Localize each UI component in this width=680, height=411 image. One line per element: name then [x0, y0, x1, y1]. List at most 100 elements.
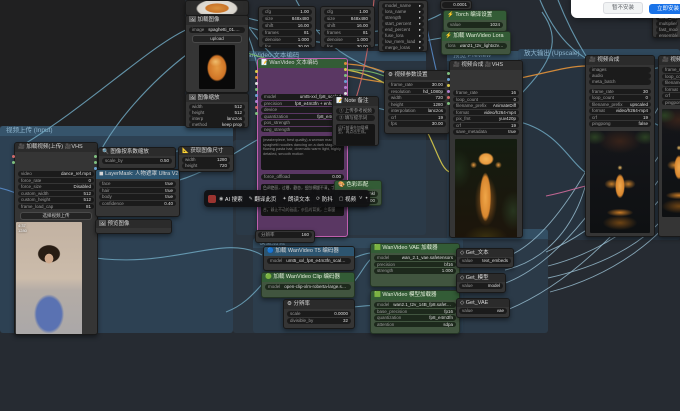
node-video-combine-upscaled[interactable]: 🎥 视频合成 imagesaudiometa_batch frame_rate3…	[585, 55, 655, 237]
widget-row[interactable]: precisionbf16	[374, 262, 456, 268]
widget-row[interactable]: end_percent▸	[382, 27, 424, 33]
node-clip-loader[interactable]: 🟢 加载 WanVideo Clip 编码器 modelopen-clip-xl…	[261, 272, 355, 298]
widget-row[interactable]: start_percent▸	[382, 21, 424, 27]
node-title[interactable]: 🖼 加载图像	[186, 16, 248, 25]
widget-value[interactable]: vae	[497, 308, 504, 314]
widget-row[interactable]: shift16.00	[262, 23, 312, 29]
widget-row[interactable]: valuevae	[459, 308, 507, 314]
node-title[interactable]: ◼ LayerMask: 人物遮罩 Ultra V2	[96, 170, 179, 179]
node-torch-compile[interactable]: ⚡ Torch 编译设置 value1024	[443, 10, 507, 32]
widget-value[interactable]: umt5_xxl_fp8_e4m3fn_scaled.safetensors	[286, 258, 348, 264]
widget-row[interactable]: quantizationfp8_e4m3fn	[374, 315, 456, 321]
widget-row[interactable]: frame_rate30	[589, 89, 651, 95]
widget-row[interactable]: meta_batch	[589, 79, 651, 85]
widget-row[interactable]: width720	[388, 95, 446, 101]
widget-row[interactable]: videodance_ref.mp4	[18, 171, 94, 177]
widget-row[interactable]: size848x480	[324, 16, 371, 22]
popup-primary-button[interactable]: 立即安装	[649, 4, 680, 14]
widget-row[interactable]: fps30.00	[388, 121, 446, 127]
node-title[interactable]: 📝 WanVideo 文本编码	[258, 59, 347, 68]
widget-value[interactable]: 1.00	[300, 9, 309, 15]
widget-row[interactable]: modelwan2.1_t2v_14B_fp8.safetensors	[374, 302, 456, 308]
widget-row[interactable]: formatvideo/h264-mp4	[589, 108, 651, 114]
widget-value[interactable]: 848x480	[292, 16, 309, 22]
widget-row[interactable]: crf19	[662, 93, 680, 99]
widget-value[interactable]: ▸	[419, 33, 421, 39]
node-title[interactable]: 📐 获取图像尺寸	[179, 147, 233, 155]
widget-value[interactable]: 1280	[217, 157, 227, 163]
widget-value[interactable]: ▸	[419, 9, 421, 15]
node-note[interactable]: 📝 Note 备注 ① 上传参考视频② 填写提示词 运行前请先加载模型，再点击生…	[332, 96, 379, 146]
widget-row[interactable]: force_offload0.00	[261, 174, 344, 180]
toolbar-gear-icon[interactable]: •	[366, 196, 368, 202]
widget-row[interactable]: valuetext_embeds	[459, 258, 511, 264]
node-title[interactable]: ◇ Get_VAE	[457, 299, 509, 307]
widget-row[interactable]: strength1.000	[374, 268, 456, 274]
widget-row[interactable]: formatvideo/h264-mp4	[453, 110, 519, 116]
widget-value[interactable]: sdpa	[443, 322, 453, 328]
widget-value[interactable]: 1280	[433, 102, 443, 108]
widget-row[interactable]: width1280	[182, 157, 230, 163]
widget-value[interactable]: true	[165, 194, 173, 200]
node-lora-params[interactable]: model_name▸lora_name▸strength▸start_perc…	[378, 0, 428, 52]
widget-value[interactable]: ▸	[419, 45, 421, 51]
node-person-mask[interactable]: ◼ LayerMask: 人物遮罩 Ultra V2 facetruehairt…	[95, 169, 180, 217]
node-load-video[interactable]: 🎥 加载视频(上传) 🎥VHS videodance_ref.mp4force_…	[14, 142, 98, 335]
widget-value[interactable]: 848x480	[351, 16, 368, 22]
widget-row[interactable]: confidence0.40	[99, 201, 176, 207]
widget-row[interactable]: divisible_by32	[287, 318, 351, 324]
widget-row[interactable]: crf19	[589, 115, 651, 121]
widget-value[interactable]: Disabled	[73, 184, 91, 190]
widget-value[interactable]: 16.00	[298, 23, 309, 29]
toolbar-item-translate[interactable]: ✎ 翻译此页	[249, 195, 277, 203]
widget-value[interactable]: 19	[511, 123, 516, 129]
widget-value[interactable]: 1.00	[359, 9, 368, 15]
widget-value[interactable]: 0.0001	[453, 2, 467, 8]
widget-row[interactable]: loop_count0	[589, 95, 651, 101]
widget-row[interactable]: interplanczos	[189, 116, 245, 122]
widget-row[interactable]: frame_rate16	[453, 90, 519, 96]
node-sampler-settings-b[interactable]: cfg1.00size848x480shift16.00frames81deno…	[320, 6, 375, 48]
widget-row[interactable]: ensemble	[656, 33, 678, 38]
widget-row[interactable]: pix_fmtyuv420p	[453, 116, 519, 122]
widget-value[interactable]: 0.40	[164, 201, 173, 207]
node-text-encode[interactable]: 📝 WanVideo 文本编码 modelumt5-xxl_fp8_scaled…	[257, 58, 348, 237]
widget-value[interactable]: 1.000	[357, 37, 368, 43]
widget-value[interactable]: 16.00	[357, 23, 368, 29]
widget-row[interactable]: images	[589, 67, 651, 73]
widget-value[interactable]: 1024	[490, 22, 500, 28]
widget-row[interactable]: filename_prefixfinal	[662, 80, 680, 86]
toolbar-item-read-aloud[interactable]: ✦ 朗读文本	[282, 195, 310, 203]
widget-value[interactable]: 512	[234, 104, 242, 110]
widget-value[interactable]: true	[165, 188, 173, 194]
widget-value[interactable]: 30.00	[432, 121, 443, 127]
node-title[interactable]: 🟢 加载 WanVideo Clip 编码器	[262, 273, 354, 282]
widget-value[interactable]: video/h264-mp4	[484, 110, 516, 116]
widget-row[interactable]: force_rate0	[18, 178, 94, 184]
widget-value[interactable]: 19	[643, 115, 648, 121]
widget-row[interactable]: custom_height512	[18, 197, 94, 203]
node-title[interactable]: ⚡ Torch 编译设置	[444, 11, 506, 20]
load-video-output-dots[interactable]	[94, 155, 97, 170]
widget-value[interactable]: text_embeds	[482, 258, 508, 264]
comfyui-canvas[interactable]: 视频上传 (Input) WanVideo 文本编码 预览 Preview 放大…	[0, 0, 680, 411]
node-title[interactable]: 🎨 色彩匹配	[335, 181, 381, 189]
node-t5-loader[interactable]: 🔵 加载 WanVideo T5 编码器 modelumt5_xxl_fp8_e…	[263, 246, 355, 271]
node-title[interactable]: ◇ Get_模型	[457, 274, 505, 282]
widget-row[interactable]: modelwan_2.1_vae.safetensors	[374, 255, 456, 261]
widget-value[interactable]: ▸	[419, 15, 421, 21]
node-title[interactable]: 📝 Note 备注	[333, 97, 378, 106]
widget-value[interactable]: 512	[83, 197, 91, 203]
widget-row[interactable]: denoise1.000	[262, 37, 312, 43]
widget-row[interactable]: facetrue	[99, 181, 176, 187]
text-encode-input-dots[interactable]	[255, 70, 258, 115]
widget-row[interactable]: fast_mode	[656, 27, 678, 33]
node-resolution[interactable]: ⚙ 分辨率 scale0.0000divisible_by32	[283, 299, 355, 329]
widget-value[interactable]: wan21_t2v_lightx2v_4step.safetensors	[460, 43, 504, 49]
widget-value[interactable]: AnimateDiff	[493, 103, 516, 109]
widget-row[interactable]: ② 填写提示词	[336, 115, 375, 121]
widget-row[interactable]: interpolationlanczos	[388, 108, 446, 114]
widget-row[interactable]: modelumt5_xxl_fp8_e4m3fn_scaled.safetens…	[267, 258, 351, 264]
widget-row[interactable]: multiplier	[656, 21, 678, 27]
widget-row[interactable]: pingpongfalse	[589, 121, 651, 127]
